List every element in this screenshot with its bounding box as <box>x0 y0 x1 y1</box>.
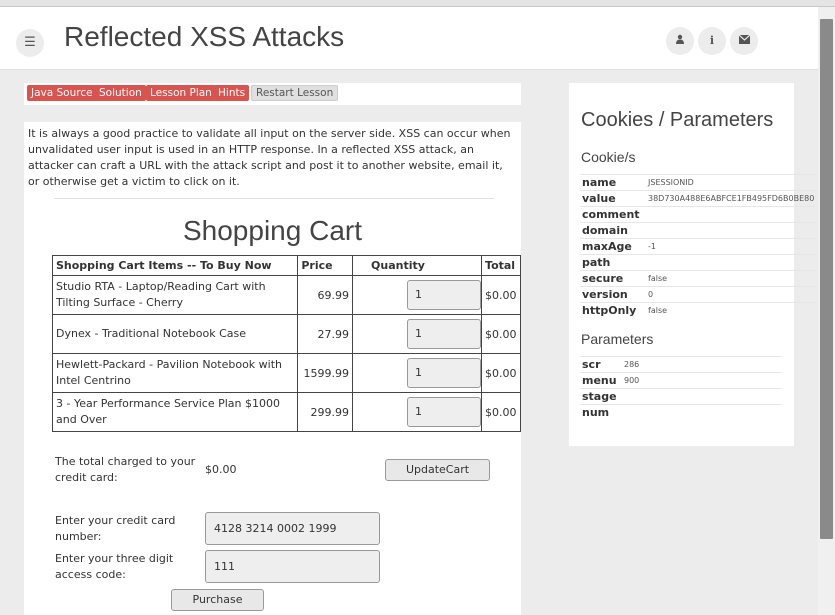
quantity-input[interactable]: 1 <box>407 319 482 349</box>
item-name: Studio RTA - Laptop/Reading Cart with Ti… <box>51 275 299 315</box>
purchase-button[interactable]: Purchase <box>171 589 264 611</box>
cookie-key: name <box>580 174 648 191</box>
table-row: 3 - Year Performance Service Plan $1000 … <box>51 392 521 432</box>
cookie-value: JSESSIONID <box>648 174 815 191</box>
item-name: Hewlett-Packard - Pavilion Notebook with… <box>51 353 299 393</box>
lesson-intro: It is always a good practice to validate… <box>28 127 511 188</box>
cookie-row: path <box>580 254 815 271</box>
item-name: 3 - Year Performance Service Plan $1000 … <box>51 392 299 432</box>
cookie-value <box>648 206 815 223</box>
param-key: scr <box>580 356 624 373</box>
item-total: $0.00 <box>481 275 521 315</box>
cookie-row: name JSESSIONID <box>580 174 815 191</box>
page-title: Reflected XSS Attacks <box>64 21 345 52</box>
param-row: menu 900 <box>580 372 782 389</box>
total-charged-value: $0.00 <box>205 463 237 476</box>
cookie-row: domain <box>580 222 815 239</box>
cookie-value: false <box>648 270 815 287</box>
browser-top-strip <box>0 0 835 7</box>
column-header-items: Shopping Cart Items -- To Buy Now <box>51 255 299 276</box>
cookie-value <box>648 222 815 239</box>
hints-button[interactable]: Hints <box>214 85 250 101</box>
column-header-total: Total <box>481 255 521 276</box>
info-icon[interactable]: i <box>698 27 726 55</box>
param-row: stage <box>580 388 782 405</box>
item-price: 1599.99 <box>297 353 354 393</box>
table-row: Studio RTA - Laptop/Reading Cart with Ti… <box>51 275 521 315</box>
parameters-heading: Parameters <box>581 331 654 347</box>
cookie-row: comment <box>580 206 815 223</box>
quantity-input[interactable]: 1 <box>407 358 482 388</box>
param-value: 286 <box>624 356 782 373</box>
column-header-quantity: Quantity <box>352 255 483 276</box>
solution-button[interactable]: Solution <box>95 85 146 101</box>
cookie-row: version 0 <box>580 286 815 303</box>
cookie-row: httpOnly false <box>580 302 815 318</box>
cookie-row: value 38D730A488E6ABFCE1FB495FD6B0BE80 <box>580 190 815 207</box>
cookie-key: httpOnly <box>580 302 648 318</box>
restart-lesson-button[interactable]: Restart Lesson <box>251 85 339 101</box>
envelope-icon[interactable] <box>730 27 758 55</box>
access-code-input[interactable]: 111 <box>205 550 380 583</box>
cookies-heading: Cookie/s <box>581 149 636 165</box>
divider <box>54 198 494 199</box>
column-header-price: Price <box>297 255 354 276</box>
param-row: scr 286 <box>580 356 782 373</box>
user-icon[interactable] <box>666 27 694 55</box>
cookie-value: -1 <box>648 238 815 255</box>
page-scrollbar[interactable] <box>818 7 835 615</box>
param-row: num <box>580 404 782 420</box>
shopping-cart-table: Shopping Cart Items -- To Buy Now Price … <box>51 255 521 432</box>
cookie-key: path <box>580 254 648 271</box>
parameters-table: scr 286 menu 900 stage num <box>580 356 782 420</box>
access-code-label: Enter your three digit access code: <box>55 552 174 581</box>
lesson-plan-button[interactable]: Lesson Plan <box>146 85 216 101</box>
sidebar-title: Cookies / Parameters <box>581 109 774 131</box>
cookie-value <box>648 254 815 271</box>
credit-card-label: Enter your credit card number: <box>55 514 176 543</box>
cookie-key: maxAge <box>580 238 648 255</box>
java-source-button[interactable]: Java Source <box>27 85 97 101</box>
cookie-row: maxAge -1 <box>580 238 815 255</box>
item-price: 69.99 <box>297 275 354 315</box>
param-key: num <box>580 404 624 420</box>
item-price: 299.99 <box>297 392 354 432</box>
shopping-cart-title: Shopping Cart <box>182 215 362 246</box>
item-price: 27.99 <box>297 314 354 354</box>
cookie-value: false <box>648 302 815 318</box>
total-charged-label: The total charged to your credit card: <box>55 455 196 484</box>
cookie-row: secure false <box>580 270 815 287</box>
hamburger-icon[interactable]: ☰ <box>16 29 44 57</box>
item-name: Dynex - Traditional Notebook Case <box>51 314 299 354</box>
scrollbar-thumb[interactable] <box>820 19 833 539</box>
item-total: $0.00 <box>481 353 521 393</box>
cookie-key: value <box>580 190 648 207</box>
quantity-input[interactable]: 1 <box>407 397 482 427</box>
param-key: stage <box>580 388 624 405</box>
page-header: ☰ Reflected XSS Attacks i <box>0 7 818 70</box>
cookie-key: secure <box>580 270 648 287</box>
table-row: Dynex - Traditional Notebook Case 27.99 … <box>51 314 521 354</box>
item-total: $0.00 <box>481 314 521 354</box>
param-key: menu <box>580 372 624 389</box>
param-value <box>624 404 782 420</box>
table-row: Hewlett-Packard - Pavilion Notebook with… <box>51 353 521 393</box>
cookie-key: comment <box>580 206 648 223</box>
param-value <box>624 388 782 405</box>
cookie-value: 0 <box>648 286 815 303</box>
cookies-table: name JSESSIONID value 38D730A488E6ABFCE1FB… <box>580 174 815 318</box>
lesson-button-bar: Java Source Solution Lesson Plan Hints R… <box>24 83 521 105</box>
lesson-content-panel: It is always a good practice to validate… <box>24 122 521 615</box>
param-value: 900 <box>624 372 782 389</box>
item-total: $0.00 <box>481 392 521 432</box>
cookie-key: domain <box>580 222 648 239</box>
update-cart-button[interactable]: UpdateCart <box>385 459 490 481</box>
cookie-value: 38D730A488E6ABFCE1FB495FD6B0BE80 <box>648 190 815 207</box>
credit-card-input[interactable]: 4128 3214 0002 1999 <box>205 512 380 545</box>
cookie-key: version <box>580 286 648 303</box>
quantity-input[interactable]: 1 <box>407 280 482 310</box>
cookies-parameters-panel: Cookies / Parameters Cookie/s name JSESSI… <box>569 83 815 446</box>
